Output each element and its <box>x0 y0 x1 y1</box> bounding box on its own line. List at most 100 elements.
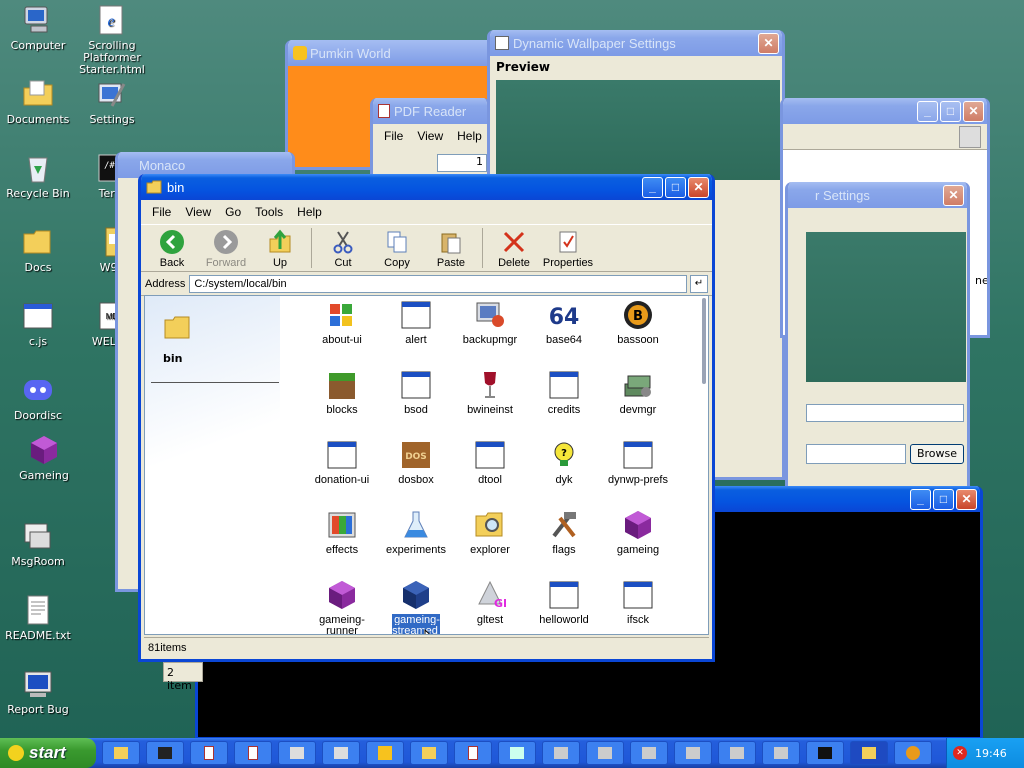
close-button[interactable]: ✕ <box>758 32 779 54</box>
file-bassoon[interactable]: Bbassoon <box>601 300 675 370</box>
pumkin-world-titlebar[interactable]: Pumkin World <box>288 40 497 66</box>
desktop-icon-report-bug[interactable]: Report Bug <box>0 668 76 716</box>
taskbar-item-pdf-2[interactable] <box>234 741 272 765</box>
close-button[interactable]: ✕ <box>956 488 977 510</box>
file-bwineinst[interactable]: bwineinst <box>453 370 527 440</box>
file-explorer[interactable]: explorer <box>453 510 527 580</box>
desktop-icon-gameing[interactable]: Gameing <box>6 434 82 482</box>
file-devmgr[interactable]: devmgr <box>601 370 675 440</box>
desktop-icon-msgroom[interactable]: MsgRoom <box>0 520 76 568</box>
forward-button[interactable]: Forward <box>199 229 253 269</box>
taskbar-item-app-2[interactable] <box>586 741 624 765</box>
file-gameing[interactable]: gameing <box>601 510 675 580</box>
address-input[interactable]: C:/system/local/bin <box>189 274 687 293</box>
file-gameing-streamed[interactable]: gameing-streamed <box>379 580 453 634</box>
file-base64[interactable]: 64 base64 <box>527 300 601 370</box>
settings2-dropdown[interactable] <box>806 404 964 422</box>
minimize-button[interactable]: _ <box>910 488 931 510</box>
file-dtool[interactable]: dtool <box>453 440 527 510</box>
browse-button[interactable]: Browse <box>910 444 964 464</box>
minimize-button[interactable]: _ <box>642 176 663 198</box>
menu-help[interactable]: Help <box>290 203 329 221</box>
taskbar-item-settings[interactable] <box>278 741 316 765</box>
menu-help[interactable]: Help <box>450 127 487 145</box>
desktop-icon-settings[interactable]: Settings <box>74 78 150 126</box>
file-dyk[interactable]: ? dyk <box>527 440 601 510</box>
cut-button[interactable]: Cut <box>316 229 370 269</box>
vertical-scrollbar[interactable] <box>702 298 706 384</box>
close-button[interactable]: ✕ <box>943 184 964 206</box>
copy-button[interactable]: Copy <box>370 229 424 269</box>
file-gltest[interactable]: GLgltest <box>453 580 527 634</box>
explorer-titlebar[interactable]: bin _ □ ✕ <box>141 174 712 200</box>
pdf-titlebar[interactable]: PDF Reader <box>373 98 487 124</box>
file-bsod[interactable]: bsod <box>379 370 453 440</box>
file-experiments[interactable]: experiments <box>379 510 453 580</box>
taskbar-item-monitor[interactable] <box>498 741 536 765</box>
file-backupmgr[interactable]: backupmgr <box>453 300 527 370</box>
menu-view[interactable]: View <box>178 203 218 221</box>
up-button[interactable]: Up <box>253 229 307 269</box>
desktop-icon-computer[interactable]: Computer <box>0 4 76 52</box>
pdf-page-field[interactable]: 1 <box>437 154 487 172</box>
desktop-icon-documents[interactable]: Documents <box>0 78 76 126</box>
menu-file[interactable]: File <box>377 127 410 145</box>
clock[interactable]: 19:46 <box>975 747 1007 760</box>
file-ifsck[interactable]: ifsck <box>601 580 675 634</box>
settings-window-2[interactable]: r Settings ✕ Browse <box>785 182 970 502</box>
desktop-icon-cjs[interactable]: c.js <box>0 300 76 348</box>
desktop-icon-platformer[interactable]: e Scrolling Platformer Starter.html <box>74 4 150 76</box>
file-dosbox[interactable]: DOS dosbox <box>379 440 453 510</box>
minimize-button[interactable]: _ <box>917 100 938 122</box>
taskbar-item-folder-2[interactable] <box>410 741 448 765</box>
explorer-window[interactable]: bin _ □ ✕ File View Go Tools Help Back F… <box>138 174 715 662</box>
desktop-icon-doordisc[interactable]: Doordisc <box>0 374 76 422</box>
taskbar-item-app-3[interactable] <box>630 741 668 765</box>
taskbar-item-app-6[interactable] <box>762 741 800 765</box>
desktop-icon-recycle-bin[interactable]: Recycle Bin <box>0 152 76 200</box>
settings2-titlebar[interactable]: r Settings ✕ <box>788 182 967 208</box>
error-icon[interactable]: ✕ <box>953 746 967 760</box>
settings2-path-field[interactable] <box>806 444 906 464</box>
back-button[interactable]: Back <box>145 229 199 269</box>
menu-view[interactable]: View <box>410 127 450 145</box>
taskbar-item-settings-2[interactable] <box>322 741 360 765</box>
desktop-icon-docs[interactable]: Docs <box>0 226 76 274</box>
file-helloworld[interactable]: helloworld <box>527 580 601 634</box>
file-credits[interactable]: credits <box>527 370 601 440</box>
taskbar-item-pumkin[interactable] <box>366 741 404 765</box>
file-blocks[interactable]: blocks <box>305 370 379 440</box>
taskbar-item-folder[interactable] <box>102 741 140 765</box>
taskbar-item-app-5[interactable] <box>718 741 756 765</box>
close-button[interactable]: ✕ <box>688 176 709 198</box>
maximize-button[interactable]: □ <box>933 488 954 510</box>
taskbar-item-app-1[interactable] <box>542 741 580 765</box>
taskbar-item-explorer-active[interactable] <box>850 741 888 765</box>
maximize-button[interactable]: □ <box>940 100 961 122</box>
maximize-button[interactable]: □ <box>665 176 686 198</box>
taskbar-item-pdf-3[interactable] <box>454 741 492 765</box>
start-button[interactable]: start <box>0 738 96 768</box>
file-donation-ui[interactable]: donation-ui <box>305 440 379 510</box>
file-about-ui[interactable]: about-ui <box>305 300 379 370</box>
taskbar-item-bassoon[interactable] <box>894 741 932 765</box>
close-button[interactable]: ✕ <box>963 100 984 122</box>
file-flags[interactable]: flags <box>527 510 601 580</box>
taskbar-item-monaco[interactable] <box>146 741 184 765</box>
taskbar-item-app-4[interactable] <box>674 741 712 765</box>
menu-file[interactable]: File <box>145 203 178 221</box>
file-effects[interactable]: effects <box>305 510 379 580</box>
search-tool-icon[interactable] <box>959 126 981 148</box>
menu-go[interactable]: Go <box>218 203 248 221</box>
background-titlebar[interactable]: _ □ ✕ <box>783 98 987 124</box>
properties-button[interactable]: Properties <box>541 229 595 269</box>
dynwp-titlebar[interactable]: Dynamic Wallpaper Settings ✕ <box>490 30 782 56</box>
desktop-icon-readme[interactable]: README.txt <box>0 594 76 642</box>
file-dynwp-prefs[interactable]: dynwp-prefs <box>601 440 675 510</box>
delete-button[interactable]: Delete <box>487 229 541 269</box>
menu-tools[interactable]: Tools <box>248 203 290 221</box>
taskbar-item-terminal[interactable] <box>806 741 844 765</box>
taskbar-item-pdf[interactable] <box>190 741 228 765</box>
go-arrow-icon[interactable]: ↵ <box>690 274 708 293</box>
paste-button[interactable]: Paste <box>424 229 478 269</box>
